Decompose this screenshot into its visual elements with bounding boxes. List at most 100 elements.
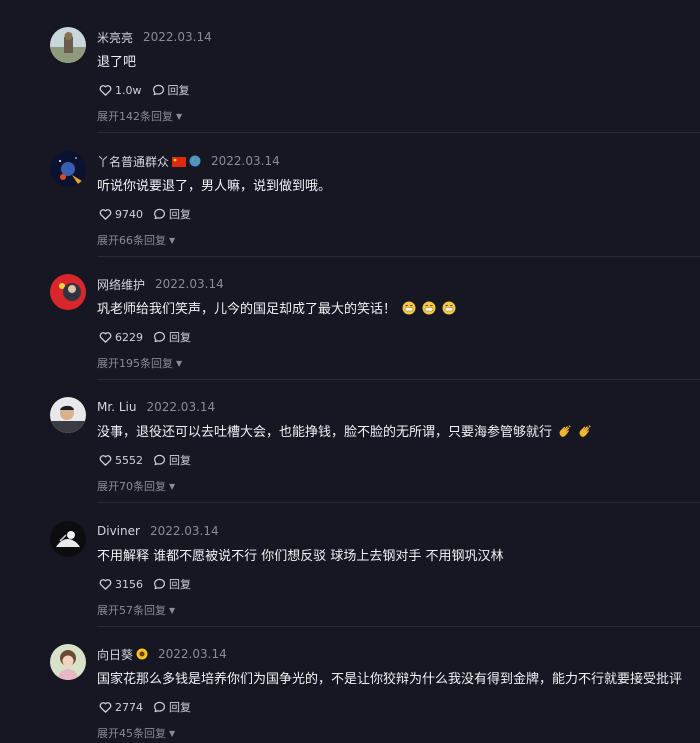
username[interactable]: 米亮亮 [97,29,133,46]
divider [97,626,700,627]
chevron-down-icon: ▼ [169,235,176,245]
username[interactable]: Diviner [97,524,140,538]
username[interactable]: 网络维护 [97,276,145,293]
like-count: 1.0w [115,83,142,97]
speech-bubble-icon [154,578,165,590]
comment-item: Diviner 2022.03.14 不用解释 谁都不愿被说不行 你们想反驳 球… [0,521,700,645]
comment-text: 不用解释 谁都不愿被说不行 你们想反驳 球场上去钢对手 不用钢巩汉林 [97,549,504,564]
speech-bubble-icon [154,701,165,713]
speech-bubble-icon [154,208,165,220]
comment-item: 丫名普通群众 2022.03.14 听说你说要退了，男人嘛，说到做到哦。 974… [0,151,700,275]
avatar[interactable] [50,274,86,310]
expand-replies-label: 展开142条回复 [97,110,173,123]
expand-replies-link[interactable]: 展开70条回复 ▼ [97,478,175,494]
avatar[interactable] [50,521,86,557]
comment-date: 2022.03.14 [158,647,227,661]
reply-label: 回复 [169,701,191,714]
expand-replies-label: 展开70条回复 [97,480,166,493]
reply-label: 回复 [169,454,191,467]
chevron-down-icon: ▼ [176,111,183,121]
like-button[interactable]: 5552 [99,454,143,467]
like-button[interactable]: 6229 [99,331,143,344]
comment-date: 2022.03.14 [146,400,216,414]
username[interactable]: 丫名普通群众 [97,153,169,170]
heart-icon [99,702,112,713]
avatar[interactable] [50,27,86,63]
heart-icon [99,332,112,343]
comment-text: 退了吧 [97,55,137,70]
china-flag-icon [172,152,187,171]
sunflower-icon [136,645,148,664]
comment-text: 听说你说要退了，男人嘛，说到做到哦。 [97,179,332,194]
comment-date: 2022.03.14 [211,154,280,168]
like-count: 9740 [115,207,143,221]
reply-button[interactable]: 回复 [153,206,191,222]
expand-replies-link[interactable]: 展开195条回复 ▼ [97,355,182,371]
clap-emoji-icon [578,424,592,442]
comment-date: 2022.03.14 [149,524,219,538]
heart-icon [99,85,112,96]
avatar[interactable] [50,644,86,680]
comment-text: 国家花那么多钱是培养你们为国争光的，不是让你狡辩为什么我没有得到金牌，能力不行就… [97,672,683,687]
reply-label: 回复 [169,208,191,221]
heart-icon [99,579,112,590]
grin-emoji-icon [422,301,436,319]
comment-text-content: 巩老师给我们笑声，儿今的国足却成了最大的笑话！ [97,302,397,317]
speech-bubble-icon [152,84,164,96]
divider [97,379,700,380]
like-button[interactable]: 9740 [99,208,143,221]
comment-item: 米亮亮 2022.03.14 退了吧 1.0w 回复 展开142条回复 ▼ [0,27,700,151]
expand-replies-link[interactable]: 展开66条回复 ▼ [97,232,175,248]
reply-label: 回复 [169,331,191,344]
like-button[interactable]: 2774 [99,701,143,714]
comment-text: 巩老师给我们笑声，儿今的国足却成了最大的笑话！ [97,298,456,319]
chevron-down-icon: ▼ [169,481,176,491]
reply-label: 回复 [167,84,190,97]
expand-replies-label: 展开45条回复 [97,727,166,740]
speech-bubble-icon [154,454,165,466]
like-count: 6229 [115,330,143,344]
grin-emoji-icon [402,301,416,319]
reply-button[interactable]: 回复 [153,699,191,715]
divider [97,502,700,503]
comment-item: 网络维护 2022.03.14 巩老师给我们笑声，儿今的国足却成了最大的笑话！ … [0,274,700,398]
chevron-down-icon: ▼ [169,605,176,615]
comment-text-content: 没事，退役还可以去吐槽大会，也能挣钱，脸不脸的无所谓，只要海参管够就行 [97,425,553,440]
expand-replies-label: 展开57条回复 [97,604,166,617]
username[interactable]: Mr. Liu [97,400,136,414]
clap-emoji-icon [558,424,572,442]
expand-replies-link[interactable]: 展开45条回复 ▼ [97,725,175,741]
comment-item: 向日葵 2022.03.14 国家花那么多钱是培养你们为国争光的，不是让你狡辩为… [0,644,700,743]
expand-replies-link[interactable]: 展开57条回复 ▼ [97,602,175,618]
reply-button[interactable]: 回复 [153,452,191,468]
heart-icon [99,455,112,466]
chevron-down-icon: ▼ [176,358,183,368]
divider [97,256,700,257]
reply-button[interactable]: 回复 [153,329,191,345]
chevron-down-icon: ▼ [169,728,176,738]
username[interactable]: 向日葵 [97,646,133,663]
comment-text: 没事，退役还可以去吐槽大会，也能挣钱，脸不脸的无所谓，只要海参管够就行 [97,421,592,442]
like-count: 2774 [115,700,143,714]
avatar[interactable] [50,151,86,187]
expand-replies-link[interactable]: 展开142条回复 ▼ [97,108,182,124]
expand-replies-label: 展开195条回复 [97,357,173,370]
like-count: 3156 [115,577,143,591]
speech-bubble-icon [154,331,165,343]
reply-button[interactable]: 回复 [152,82,190,98]
divider [97,132,700,133]
like-button[interactable]: 3156 [99,578,143,591]
reply-button[interactable]: 回复 [153,576,191,592]
heart-icon [99,209,112,220]
comment-date: 2022.03.14 [155,277,224,291]
comment-item: Mr. Liu 2022.03.14 没事，退役还可以去吐槽大会，也能挣钱，脸不… [0,397,700,521]
expand-replies-label: 展开66条回复 [97,234,166,247]
reply-label: 回复 [169,578,191,591]
comment-date: 2022.03.14 [143,30,212,44]
globe-icon [189,152,201,171]
like-button[interactable]: 1.0w [99,84,142,97]
like-count: 5552 [115,453,143,467]
avatar[interactable] [50,397,86,433]
comment-list: 米亮亮 2022.03.14 退了吧 1.0w 回复 展开142条回复 ▼ 丫名… [0,0,700,743]
grin-emoji-icon [442,301,456,319]
